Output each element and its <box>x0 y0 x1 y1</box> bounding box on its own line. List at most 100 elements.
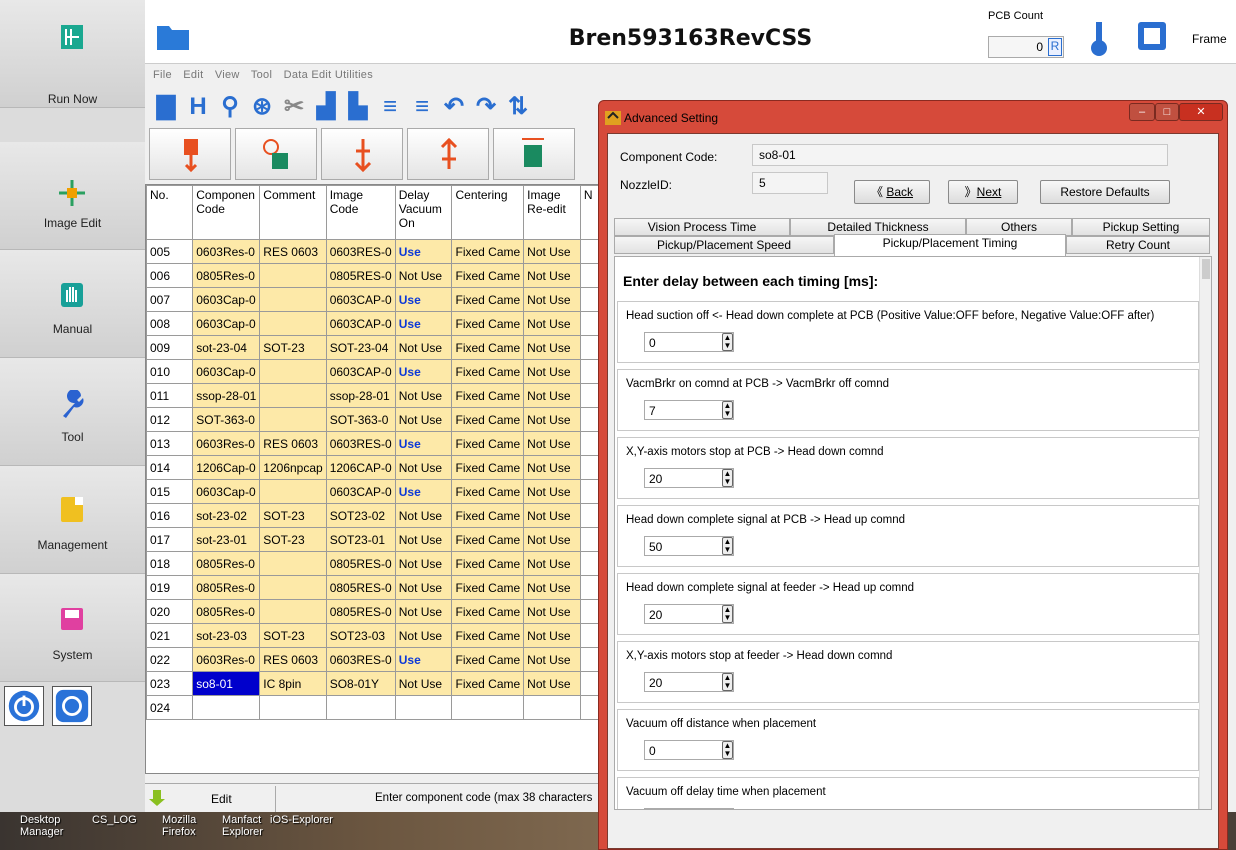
table-cell[interactable] <box>579 335 600 360</box>
table-cell[interactable]: 0603Cap-0 <box>192 359 261 384</box>
table-cell[interactable]: 0805RES-0 <box>325 263 396 288</box>
table-cell[interactable] <box>579 647 600 672</box>
back-button[interactable]: 《 Back <box>854 180 930 204</box>
table-cell[interactable]: Use <box>394 239 453 264</box>
table-cell[interactable]: 007 <box>145 287 194 312</box>
table-cell[interactable] <box>579 479 600 504</box>
sidebar-item-management[interactable]: Management <box>0 466 145 574</box>
table-cell[interactable]: Not Use <box>394 551 453 576</box>
table-cell[interactable]: 0805Res-0 <box>192 551 261 576</box>
table-cell[interactable]: 017 <box>145 527 194 552</box>
table-row[interactable]: 021 sot-23-03 SOT-23 SOT23-03 Not Use Fixed C… <box>145 623 600 648</box>
table-cell[interactable]: Not Use <box>394 599 453 624</box>
table-cell[interactable]: 0805Res-0 <box>192 263 261 288</box>
table-cell[interactable]: 021 <box>145 623 194 648</box>
table-cell[interactable]: 1206Cap-0 <box>192 455 261 480</box>
table-cell[interactable]: 0603RES-0 <box>325 431 396 456</box>
table-cell[interactable]: RES 0603 <box>259 647 327 672</box>
table-row[interactable]: 007 0603Cap-0 0603CAP-0 Use Fixed Came Not Us… <box>145 287 600 312</box>
table-row[interactable]: 015 0603Cap-0 0603CAP-0 Use Fixed Came Not Us… <box>145 479 600 504</box>
table-cell[interactable]: Fixed Came <box>451 479 525 504</box>
table-cell[interactable]: sot-23-04 <box>192 335 261 360</box>
close-button[interactable]: ✕ <box>1179 103 1223 121</box>
table-cell[interactable]: 013 <box>145 431 194 456</box>
table-cell[interactable]: 0603RES-0 <box>325 647 396 672</box>
column-header[interactable]: N <box>579 185 600 240</box>
tab-retry-count[interactable]: Retry Count <box>1066 236 1210 254</box>
spinner-icon[interactable]: ▲▼ <box>722 605 733 623</box>
column-header[interactable]: No. <box>145 185 194 240</box>
table-cell[interactable]: IC 8pin <box>259 671 327 696</box>
spinner-icon[interactable]: ▲▼ <box>722 741 733 759</box>
save-icon[interactable]: H <box>185 94 211 120</box>
table-cell[interactable]: SOT23-02 <box>325 503 396 528</box>
menu-tool[interactable]: Tool <box>251 69 272 81</box>
column-header[interactable]: Centering <box>451 185 525 240</box>
table-cell[interactable]: Not Use <box>523 599 581 624</box>
sidebar-item-run-now[interactable]: Run Now <box>0 0 145 108</box>
table-cell[interactable] <box>579 359 600 384</box>
table-cell[interactable]: 010 <box>145 359 194 384</box>
table-cell[interactable]: 0603Res-0 <box>192 647 261 672</box>
table-cell[interactable]: 0603Res-0 <box>192 431 261 456</box>
table-cell[interactable]: 015 <box>145 479 194 504</box>
table-cell[interactable] <box>579 383 600 408</box>
table-cell[interactable] <box>579 623 600 648</box>
table-cell[interactable]: 009 <box>145 335 194 360</box>
table-cell[interactable] <box>451 695 525 720</box>
table-cell[interactable] <box>259 575 327 600</box>
table-cell[interactable]: Fixed Came <box>451 647 525 672</box>
table-cell[interactable]: Not Use <box>523 671 581 696</box>
taskbar-cs-log[interactable]: CS_LOG <box>92 814 137 826</box>
table-cell[interactable]: Not Use <box>523 479 581 504</box>
table-cell[interactable]: Not Use <box>523 503 581 528</box>
table-cell[interactable]: Fixed Came <box>451 383 525 408</box>
table-cell[interactable] <box>579 575 600 600</box>
minimize-button[interactable]: – <box>1129 103 1155 121</box>
table-cell[interactable]: Fixed Came <box>451 287 525 312</box>
spinner-icon[interactable]: ▲▼ <box>722 469 733 487</box>
table-cell[interactable]: 020 <box>145 599 194 624</box>
nozzle-id-field[interactable]: 5 <box>752 172 828 194</box>
table-cell[interactable]: 0603Cap-0 <box>192 311 261 336</box>
table-cell[interactable]: Not Use <box>523 287 581 312</box>
table-cell[interactable] <box>579 503 600 528</box>
maximize-button[interactable]: □ <box>1155 103 1179 121</box>
table-cell[interactable]: Fixed Came <box>451 239 525 264</box>
table-cell[interactable] <box>259 479 327 504</box>
table-cell[interactable]: Fixed Came <box>451 599 525 624</box>
table-cell[interactable]: ssop-28-01 <box>325 383 396 408</box>
table-cell[interactable]: sot-23-03 <box>192 623 261 648</box>
table-cell[interactable]: Fixed Came <box>451 359 525 384</box>
spinner-icon[interactable]: ▲▼ <box>722 401 733 419</box>
menu-edit[interactable]: Edit <box>183 69 203 81</box>
table-cell[interactable]: Not Use <box>523 455 581 480</box>
table-cell[interactable]: Not Use <box>394 575 453 600</box>
scrollbar-thumb[interactable] <box>1201 259 1210 279</box>
table-cell[interactable]: SOT23-03 <box>325 623 396 648</box>
tab-pickup-placement-speed[interactable]: Pickup/Placement Speed <box>614 236 834 254</box>
table-cell[interactable]: 0603CAP-0 <box>325 311 396 336</box>
head-up-button[interactable] <box>407 128 489 180</box>
scrollbar[interactable] <box>1199 257 1211 809</box>
table-cell[interactable]: Not Use <box>523 359 581 384</box>
table-cell[interactable]: Fixed Came <box>451 263 525 288</box>
table-cell[interactable] <box>259 695 327 720</box>
copy-icon[interactable]: ▟ <box>313 94 339 120</box>
tab-vision-process-time[interactable]: Vision Process Time <box>614 218 790 236</box>
table-cell[interactable] <box>579 311 600 336</box>
table-cell[interactable] <box>579 551 600 576</box>
table-cell[interactable]: SOT-363-0 <box>325 407 396 432</box>
insert-row-icon[interactable]: ≡ <box>377 94 403 120</box>
table-row[interactable]: 005 0603Res-0 RES 0603 0603RES-0 Use Fixed Ca… <box>145 239 600 264</box>
table-cell[interactable]: SOT-23 <box>259 527 327 552</box>
table-cell[interactable] <box>579 239 600 264</box>
table-cell[interactable]: 023 <box>145 671 194 696</box>
table-cell[interactable]: 005 <box>145 239 194 264</box>
table-cell[interactable]: 018 <box>145 551 194 576</box>
table-row[interactable]: 010 0603Cap-0 0603CAP-0 Use Fixed Came Not Us… <box>145 359 600 384</box>
table-cell[interactable] <box>579 431 600 456</box>
redo-icon[interactable]: ↷ <box>473 94 499 120</box>
table-cell[interactable]: SOT-23 <box>259 503 327 528</box>
table-cell[interactable]: SOT23-01 <box>325 527 396 552</box>
